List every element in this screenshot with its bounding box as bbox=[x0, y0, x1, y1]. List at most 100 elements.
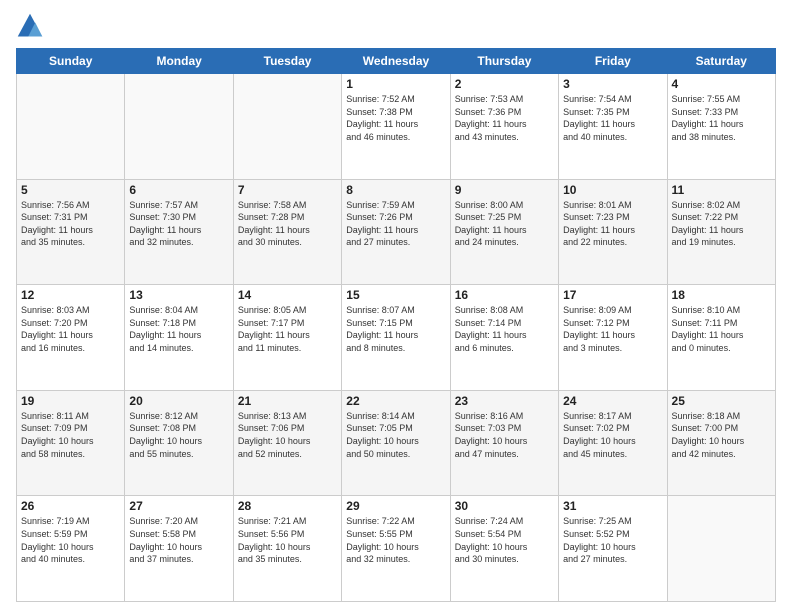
calendar-cell: 10 Sunrise: 8:01 AM Sunset: 7:23 PM Dayli… bbox=[559, 179, 667, 285]
calendar-cell: 22Sunrise: 8:14 AM Sunset: 7:05 PM Dayli… bbox=[342, 390, 450, 496]
day-number: 8 bbox=[346, 183, 445, 197]
weekday-header-tuesday: Tuesday bbox=[233, 49, 341, 74]
day-number: 23 bbox=[455, 394, 554, 408]
day-info: Sunrise: 7:59 AM Sunset: 7:26 PM Dayligh… bbox=[346, 199, 445, 249]
calendar-cell: 16 Sunrise: 8:08 AM Sunset: 7:14 PM Dayli… bbox=[450, 285, 558, 391]
calendar-cell: 8 Sunrise: 7:59 AM Sunset: 7:26 PM Daylig… bbox=[342, 179, 450, 285]
day-info: Sunrise: 7:57 AM Sunset: 7:30 PM Dayligh… bbox=[129, 199, 228, 249]
day-number: 30 bbox=[455, 499, 554, 513]
calendar-cell: 3 Sunrise: 7:54 AM Sunset: 7:35 PM Daylig… bbox=[559, 74, 667, 180]
day-number: 21 bbox=[238, 394, 337, 408]
weekday-header-friday: Friday bbox=[559, 49, 667, 74]
weekday-header-saturday: Saturday bbox=[667, 49, 775, 74]
day-info: Sunrise: 7:19 AM Sunset: 5:59 PM Dayligh… bbox=[21, 515, 120, 565]
calendar-cell: 12 Sunrise: 8:03 AM Sunset: 7:20 PM Dayli… bbox=[17, 285, 125, 391]
calendar-cell: 11 Sunrise: 8:02 AM Sunset: 7:22 PM Dayli… bbox=[667, 179, 775, 285]
day-info: Sunrise: 8:00 AM Sunset: 7:25 PM Dayligh… bbox=[455, 199, 554, 249]
calendar-cell: 21 Sunrise: 8:13 AM Sunset: 7:06 PM Dayli… bbox=[233, 390, 341, 496]
calendar-cell: 9Sunrise: 8:00 AM Sunset: 7:25 PM Daylig… bbox=[450, 179, 558, 285]
day-info: Sunrise: 7:55 AM Sunset: 7:33 PM Dayligh… bbox=[672, 93, 771, 143]
logo bbox=[16, 12, 48, 40]
day-number: 11 bbox=[672, 183, 771, 197]
day-info: Sunrise: 8:14 AM Sunset: 7:05 PM Dayligh… bbox=[346, 410, 445, 460]
day-number: 10 bbox=[563, 183, 662, 197]
calendar-cell: 24 Sunrise: 8:17 AM Sunset: 7:02 PM Dayli… bbox=[559, 390, 667, 496]
day-info: Sunrise: 8:10 AM Sunset: 7:11 PM Dayligh… bbox=[672, 304, 771, 354]
day-info: Sunrise: 7:52 AM Sunset: 7:38 PM Dayligh… bbox=[346, 93, 445, 143]
week-row-3: 19 Sunrise: 8:11 AM Sunset: 7:09 PM Dayli… bbox=[17, 390, 776, 496]
day-number: 3 bbox=[563, 77, 662, 91]
calendar-cell: 14 Sunrise: 8:05 AM Sunset: 7:17 PM Dayli… bbox=[233, 285, 341, 391]
day-info: Sunrise: 7:56 AM Sunset: 7:31 PM Dayligh… bbox=[21, 199, 120, 249]
day-info: Sunrise: 7:20 AM Sunset: 5:58 PM Dayligh… bbox=[129, 515, 228, 565]
calendar-cell bbox=[125, 74, 233, 180]
calendar-cell: 29 Sunrise: 7:22 AM Sunset: 5:55 PM Dayli… bbox=[342, 496, 450, 602]
day-info: Sunrise: 7:21 AM Sunset: 5:56 PM Dayligh… bbox=[238, 515, 337, 565]
day-info: Sunrise: 8:18 AM Sunset: 7:00 PM Dayligh… bbox=[672, 410, 771, 460]
calendar-cell: 7 Sunrise: 7:58 AM Sunset: 7:28 PM Daylig… bbox=[233, 179, 341, 285]
calendar-cell: 27 Sunrise: 7:20 AM Sunset: 5:58 PM Dayli… bbox=[125, 496, 233, 602]
day-info: Sunrise: 8:02 AM Sunset: 7:22 PM Dayligh… bbox=[672, 199, 771, 249]
logo-icon bbox=[16, 12, 44, 40]
calendar-cell: 20Sunrise: 8:12 AM Sunset: 7:08 PM Dayli… bbox=[125, 390, 233, 496]
day-number: 19 bbox=[21, 394, 120, 408]
calendar-cell: 25Sunrise: 8:18 AM Sunset: 7:00 PM Dayli… bbox=[667, 390, 775, 496]
day-info: Sunrise: 7:54 AM Sunset: 7:35 PM Dayligh… bbox=[563, 93, 662, 143]
day-number: 29 bbox=[346, 499, 445, 513]
day-info: Sunrise: 7:25 AM Sunset: 5:52 PM Dayligh… bbox=[563, 515, 662, 565]
calendar-cell: 13 Sunrise: 8:04 AM Sunset: 7:18 PM Dayli… bbox=[125, 285, 233, 391]
day-number: 4 bbox=[672, 77, 771, 91]
week-row-2: 12 Sunrise: 8:03 AM Sunset: 7:20 PM Dayli… bbox=[17, 285, 776, 391]
day-info: Sunrise: 7:53 AM Sunset: 7:36 PM Dayligh… bbox=[455, 93, 554, 143]
day-number: 28 bbox=[238, 499, 337, 513]
day-info: Sunrise: 8:16 AM Sunset: 7:03 PM Dayligh… bbox=[455, 410, 554, 460]
calendar-cell bbox=[667, 496, 775, 602]
day-info: Sunrise: 8:13 AM Sunset: 7:06 PM Dayligh… bbox=[238, 410, 337, 460]
weekday-header-thursday: Thursday bbox=[450, 49, 558, 74]
calendar-cell: 6Sunrise: 7:57 AM Sunset: 7:30 PM Daylig… bbox=[125, 179, 233, 285]
day-info: Sunrise: 8:05 AM Sunset: 7:17 PM Dayligh… bbox=[238, 304, 337, 354]
day-number: 26 bbox=[21, 499, 120, 513]
calendar-cell: 26 Sunrise: 7:19 AM Sunset: 5:59 PM Dayli… bbox=[17, 496, 125, 602]
calendar-cell: 18 Sunrise: 8:10 AM Sunset: 7:11 PM Dayli… bbox=[667, 285, 775, 391]
day-info: Sunrise: 8:09 AM Sunset: 7:12 PM Dayligh… bbox=[563, 304, 662, 354]
day-number: 15 bbox=[346, 288, 445, 302]
day-number: 2 bbox=[455, 77, 554, 91]
day-info: Sunrise: 8:01 AM Sunset: 7:23 PM Dayligh… bbox=[563, 199, 662, 249]
weekday-header-monday: Monday bbox=[125, 49, 233, 74]
calendar-cell: 1 Sunrise: 7:52 AM Sunset: 7:38 PM Daylig… bbox=[342, 74, 450, 180]
calendar-cell: 19 Sunrise: 8:11 AM Sunset: 7:09 PM Dayli… bbox=[17, 390, 125, 496]
calendar-cell: 31Sunrise: 7:25 AM Sunset: 5:52 PM Dayli… bbox=[559, 496, 667, 602]
day-number: 27 bbox=[129, 499, 228, 513]
page: SundayMondayTuesdayWednesdayThursdayFrid… bbox=[0, 0, 792, 612]
day-info: Sunrise: 7:24 AM Sunset: 5:54 PM Dayligh… bbox=[455, 515, 554, 565]
day-number: 7 bbox=[238, 183, 337, 197]
week-row-0: 1 Sunrise: 7:52 AM Sunset: 7:38 PM Daylig… bbox=[17, 74, 776, 180]
day-number: 1 bbox=[346, 77, 445, 91]
day-info: Sunrise: 8:03 AM Sunset: 7:20 PM Dayligh… bbox=[21, 304, 120, 354]
calendar-cell: 30 Sunrise: 7:24 AM Sunset: 5:54 PM Dayli… bbox=[450, 496, 558, 602]
day-info: Sunrise: 8:04 AM Sunset: 7:18 PM Dayligh… bbox=[129, 304, 228, 354]
day-info: Sunrise: 8:17 AM Sunset: 7:02 PM Dayligh… bbox=[563, 410, 662, 460]
calendar-cell: 15 Sunrise: 8:07 AM Sunset: 7:15 PM Dayli… bbox=[342, 285, 450, 391]
day-number: 18 bbox=[672, 288, 771, 302]
day-info: Sunrise: 8:07 AM Sunset: 7:15 PM Dayligh… bbox=[346, 304, 445, 354]
day-info: Sunrise: 8:11 AM Sunset: 7:09 PM Dayligh… bbox=[21, 410, 120, 460]
day-info: Sunrise: 7:58 AM Sunset: 7:28 PM Dayligh… bbox=[238, 199, 337, 249]
day-info: Sunrise: 7:22 AM Sunset: 5:55 PM Dayligh… bbox=[346, 515, 445, 565]
day-number: 13 bbox=[129, 288, 228, 302]
header bbox=[16, 12, 776, 40]
day-number: 20 bbox=[129, 394, 228, 408]
day-number: 17 bbox=[563, 288, 662, 302]
week-row-1: 5Sunrise: 7:56 AM Sunset: 7:31 PM Daylig… bbox=[17, 179, 776, 285]
calendar: SundayMondayTuesdayWednesdayThursdayFrid… bbox=[16, 48, 776, 602]
calendar-cell: 4 Sunrise: 7:55 AM Sunset: 7:33 PM Daylig… bbox=[667, 74, 775, 180]
day-number: 12 bbox=[21, 288, 120, 302]
day-number: 16 bbox=[455, 288, 554, 302]
day-info: Sunrise: 8:08 AM Sunset: 7:14 PM Dayligh… bbox=[455, 304, 554, 354]
day-number: 14 bbox=[238, 288, 337, 302]
week-row-4: 26 Sunrise: 7:19 AM Sunset: 5:59 PM Dayli… bbox=[17, 496, 776, 602]
day-number: 24 bbox=[563, 394, 662, 408]
calendar-cell: 2 Sunrise: 7:53 AM Sunset: 7:36 PM Daylig… bbox=[450, 74, 558, 180]
calendar-cell: 23 Sunrise: 8:16 AM Sunset: 7:03 PM Dayli… bbox=[450, 390, 558, 496]
